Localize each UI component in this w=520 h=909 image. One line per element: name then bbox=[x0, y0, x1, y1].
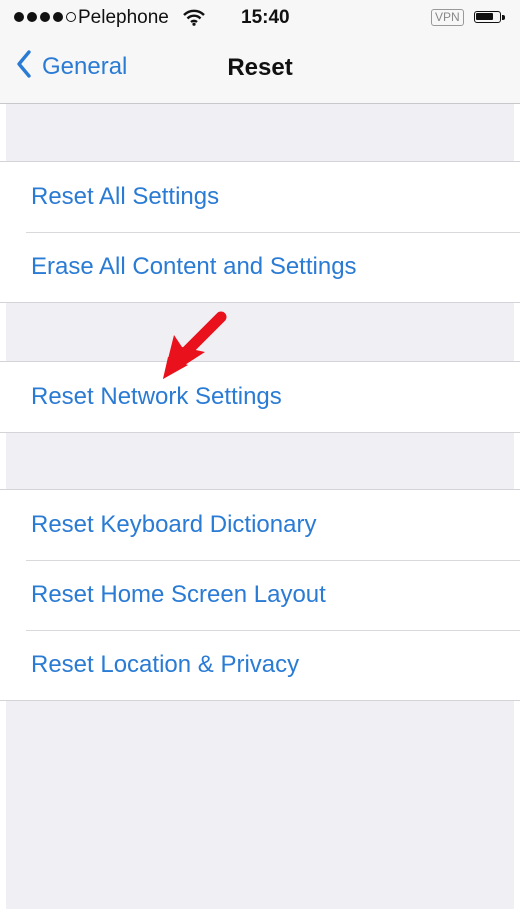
row-label: Reset Location & Privacy bbox=[31, 651, 300, 678]
reset-group-1: Reset All Settings Erase All Content and… bbox=[0, 161, 520, 303]
wifi-icon bbox=[183, 9, 205, 31]
row-label: Reset All Settings bbox=[31, 183, 220, 210]
clock: 15:40 bbox=[241, 7, 290, 28]
page-title: Reset bbox=[227, 54, 293, 81]
reset-group-3: Reset Keyboard Dictionary Reset Home Scr… bbox=[0, 489, 520, 701]
row-label: Erase All Content and Settings bbox=[31, 253, 357, 280]
navigation-bar: General Reset bbox=[0, 36, 520, 104]
signal-strength-icon bbox=[14, 12, 76, 22]
battery-icon bbox=[474, 11, 501, 23]
left-edge bbox=[0, 0, 6, 909]
right-edge bbox=[514, 0, 520, 909]
row-label: Reset Keyboard Dictionary bbox=[31, 511, 317, 538]
row-label: Reset Home Screen Layout bbox=[31, 581, 326, 608]
reset-all-settings-row[interactable]: Reset All Settings bbox=[0, 162, 520, 232]
reset-location-privacy-row[interactable]: Reset Location & Privacy bbox=[0, 630, 520, 700]
reset-network-settings-row[interactable]: Reset Network Settings bbox=[0, 362, 520, 432]
reset-keyboard-dictionary-row[interactable]: Reset Keyboard Dictionary bbox=[0, 490, 520, 560]
battery-tip bbox=[502, 15, 505, 20]
vpn-badge: VPN bbox=[431, 9, 464, 26]
reset-group-2: Reset Network Settings bbox=[0, 361, 520, 433]
carrier-name: Pelephone bbox=[78, 7, 169, 28]
status-bar: Pelephone 15:40 VPN bbox=[0, 0, 520, 36]
screen: Pelephone 15:40 VPN General Reset Reset … bbox=[0, 0, 520, 909]
erase-all-content-row[interactable]: Erase All Content and Settings bbox=[0, 232, 520, 302]
annotation-arrow-icon bbox=[163, 311, 227, 379]
reset-home-screen-layout-row[interactable]: Reset Home Screen Layout bbox=[0, 560, 520, 630]
